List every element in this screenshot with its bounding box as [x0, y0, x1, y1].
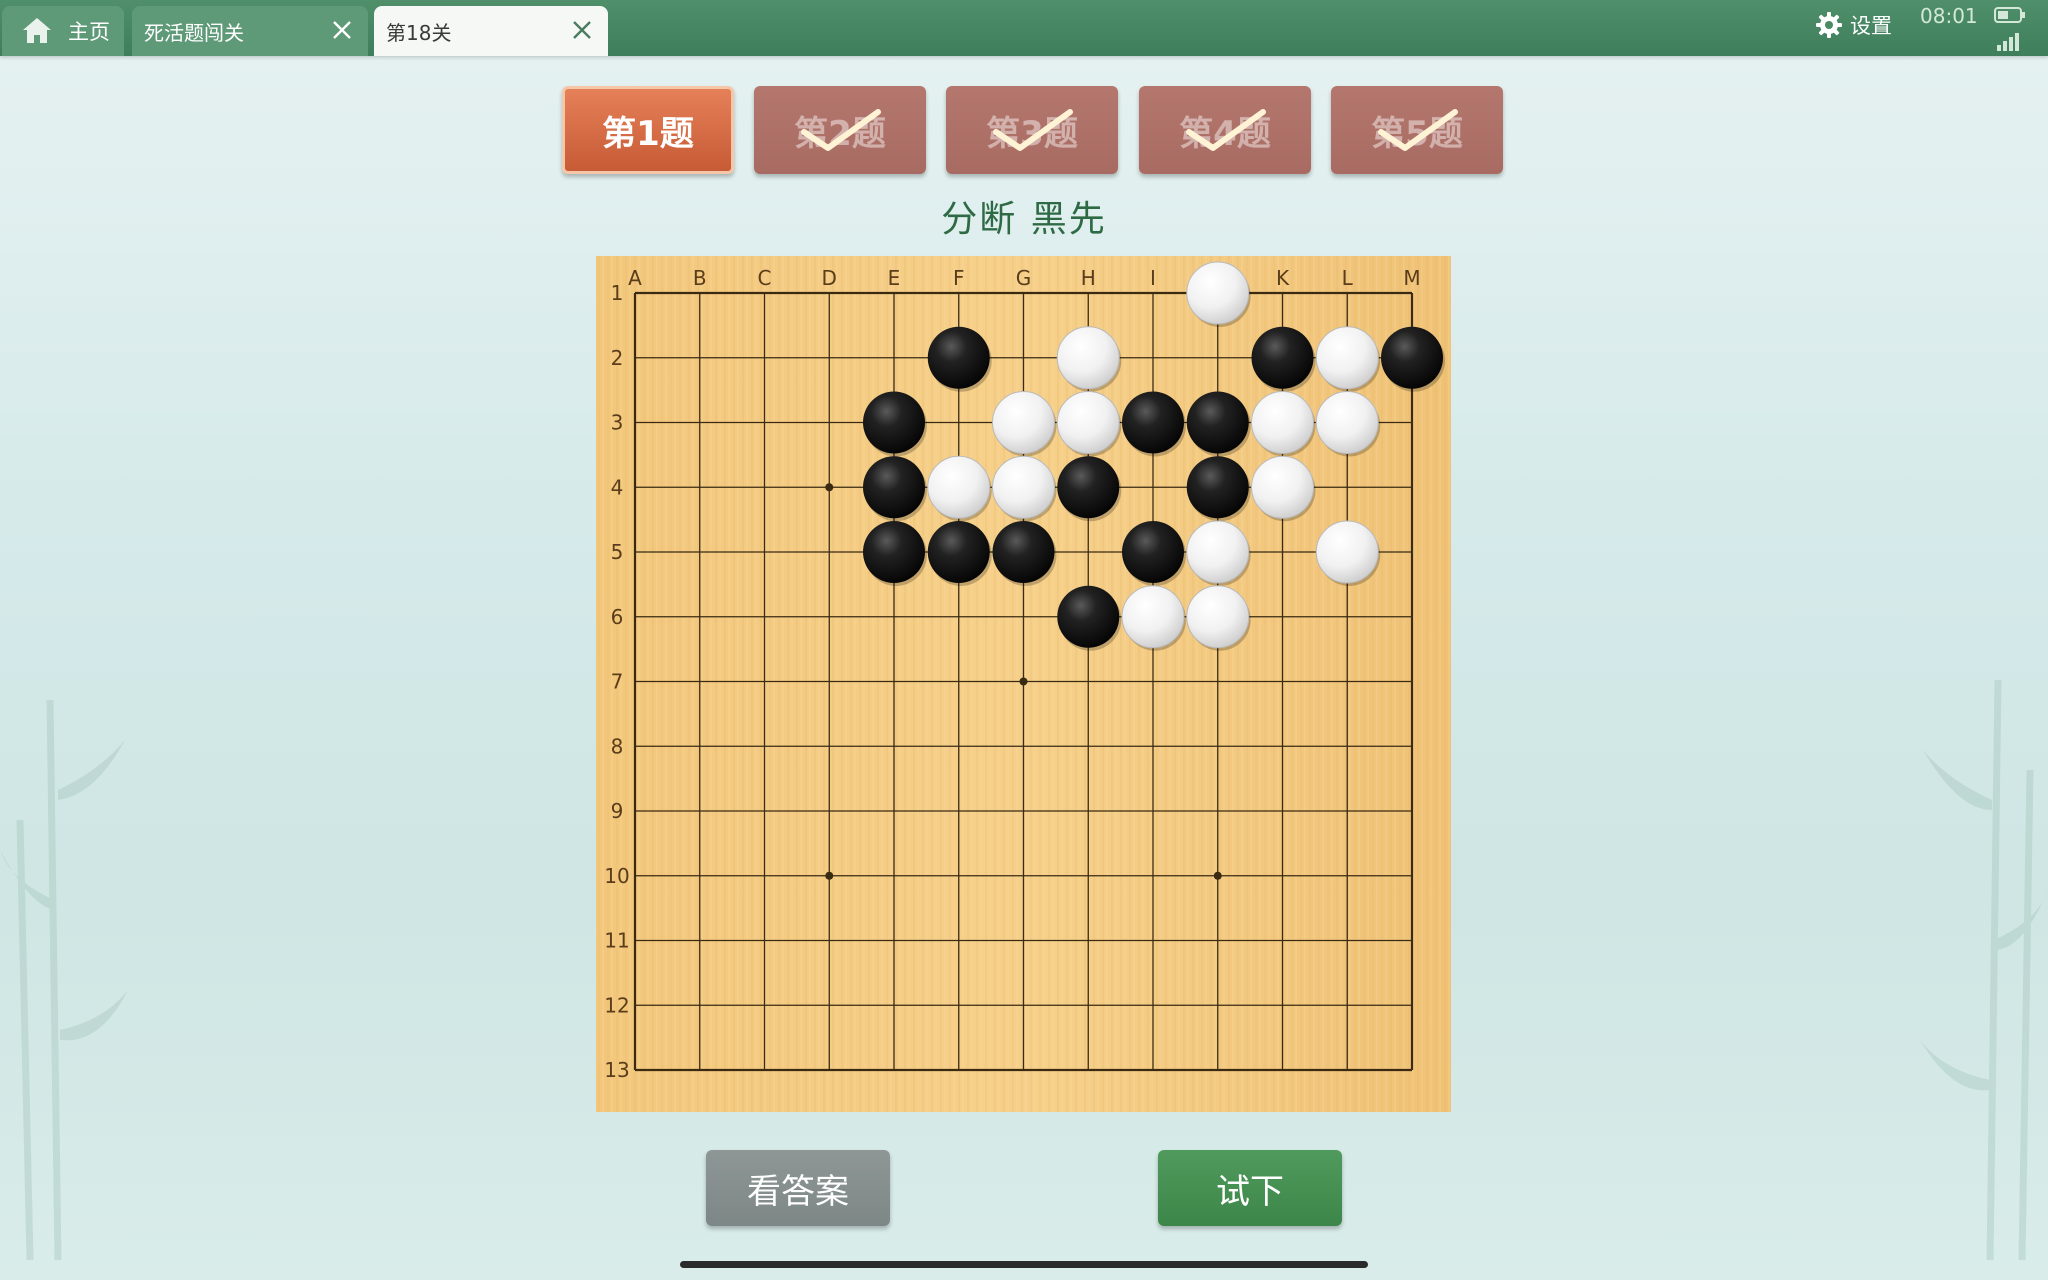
close-icon[interactable] — [330, 18, 354, 42]
white-stone — [992, 391, 1055, 454]
signal-icon — [1997, 33, 2019, 51]
row-label: 3 — [611, 411, 624, 435]
checkmark-icon — [993, 109, 1073, 151]
row-label: 7 — [611, 670, 624, 694]
column-label: A — [628, 266, 642, 290]
tab-current[interactable]: 第18关 — [374, 6, 608, 56]
problem-button-5[interactable]: 第5题 — [1331, 86, 1503, 174]
try-move-label: 试下 — [1216, 1171, 1284, 1212]
row-label: 8 — [611, 734, 624, 758]
column-label: H — [1081, 266, 1096, 290]
black-stone — [927, 521, 990, 583]
column-label: L — [1342, 266, 1354, 290]
white-stone — [1056, 326, 1120, 390]
row-label: 4 — [611, 475, 624, 499]
problem-button-2[interactable]: 第2题 — [754, 86, 926, 174]
column-label: E — [888, 266, 901, 290]
column-label: F — [953, 266, 965, 290]
column-label: K — [1276, 266, 1290, 290]
bamboo-decoration — [0, 700, 128, 1260]
tab-current-label: 第18关 — [386, 20, 452, 45]
close-icon[interactable] — [570, 18, 594, 42]
try-move-button[interactable]: 试下 — [1158, 1150, 1342, 1226]
checkmark-icon — [801, 109, 881, 151]
white-stone — [1251, 455, 1314, 519]
black-stone — [863, 521, 925, 583]
problem-label: 第1题 — [602, 113, 694, 154]
black-stone — [863, 391, 925, 454]
white-stone — [1315, 520, 1379, 584]
tab-levels[interactable]: 死活题闯关 — [132, 6, 368, 56]
white-stone — [1186, 585, 1250, 649]
black-stone — [1186, 391, 1249, 454]
black-stone — [1122, 391, 1184, 454]
problem-button-1[interactable]: 第1题 — [562, 86, 734, 174]
white-stone — [927, 455, 991, 519]
column-label: G — [1016, 266, 1032, 290]
bamboo-decoration — [1920, 680, 2048, 1260]
star-point — [1213, 871, 1222, 880]
battery-icon — [1994, 7, 2025, 23]
black-stone — [1251, 326, 1314, 389]
white-stone — [1251, 391, 1314, 454]
column-label: D — [822, 266, 837, 290]
black-stone — [863, 456, 925, 519]
tab-bar: 主页 死活题闯关 第18关 设置 08:01 — [0, 0, 2048, 56]
row-label: 2 — [611, 346, 624, 370]
tab-home-label: 主页 — [68, 20, 110, 44]
settings-label: 设置 — [1850, 14, 1892, 38]
column-label: M — [1403, 266, 1420, 290]
home-indicator — [680, 1261, 1368, 1268]
star-point — [825, 483, 834, 492]
black-stone — [1381, 326, 1443, 389]
home-icon — [23, 18, 51, 43]
black-stone — [1057, 585, 1120, 648]
white-stone — [1121, 585, 1185, 649]
row-label: 13 — [604, 1058, 629, 1082]
row-label: 6 — [611, 605, 624, 629]
black-stone — [1186, 456, 1249, 519]
white-stone — [1186, 520, 1250, 584]
view-answer-label: 看答案 — [747, 1171, 849, 1212]
white-stone — [1315, 391, 1379, 454]
row-label: 10 — [604, 864, 629, 888]
black-stone — [992, 521, 1055, 583]
problem-button-4[interactable]: 第4题 — [1139, 86, 1311, 174]
black-stone — [1057, 456, 1120, 519]
white-stone — [1186, 261, 1250, 325]
go-board[interactable]: A1B2C3D4E5F6G7H8I9J10K11L12M13 — [596, 256, 1451, 1112]
view-answer-button[interactable]: 看答案 — [706, 1150, 890, 1226]
white-stone — [992, 455, 1055, 519]
star-point — [1019, 677, 1028, 686]
black-stone — [1122, 521, 1184, 583]
row-label: 5 — [611, 540, 624, 564]
row-label: 12 — [604, 993, 629, 1017]
white-stone — [1056, 391, 1120, 454]
row-label: 9 — [611, 799, 624, 823]
black-stone — [927, 326, 990, 389]
column-label: B — [693, 266, 707, 290]
clock: 08:01 — [1920, 4, 1978, 28]
checkmark-icon — [1378, 109, 1458, 151]
row-label: 1 — [611, 281, 624, 305]
problem-subtitle: 分断 黑先 — [941, 199, 1107, 240]
white-stone — [1315, 326, 1379, 390]
checkmark-icon — [1186, 109, 1266, 151]
tab-home[interactable]: 主页 — [2, 6, 124, 56]
problem-button-3[interactable]: 第3题 — [946, 86, 1118, 174]
column-label: C — [758, 266, 772, 290]
star-point — [825, 871, 834, 880]
tab-levels-label: 死活题闯关 — [144, 20, 244, 45]
row-label: 11 — [604, 929, 629, 953]
settings-button[interactable]: 设置 — [1814, 10, 1892, 40]
column-label: I — [1150, 266, 1156, 290]
gear-icon — [1816, 12, 1842, 38]
